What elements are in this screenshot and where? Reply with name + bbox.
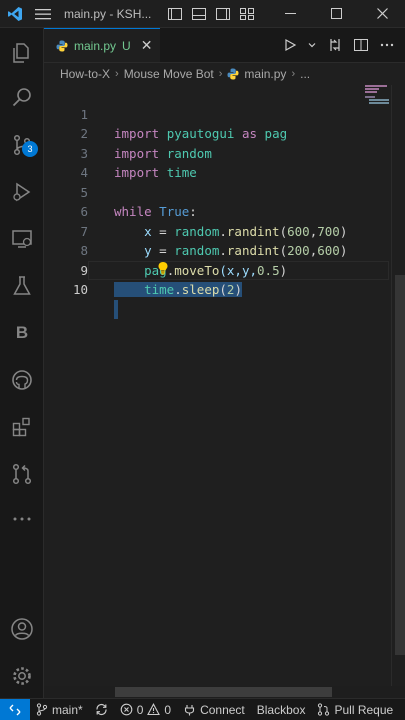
breadcrumb-separator-icon: › bbox=[115, 68, 119, 80]
tab-main-py[interactable]: main.py U ✕ bbox=[44, 28, 161, 62]
maximize-button[interactable] bbox=[313, 0, 359, 28]
layout-controls bbox=[167, 6, 255, 22]
code-line: 7 y = random.randint(200,600) bbox=[44, 202, 389, 259]
hamburger-menu-icon[interactable] bbox=[30, 8, 56, 20]
code-line: 5 while True: bbox=[44, 163, 389, 220]
python-file-icon bbox=[56, 40, 68, 51]
split-editor-icon[interactable] bbox=[353, 37, 369, 53]
code-line: 6 x = random.randint(600,700) bbox=[44, 183, 389, 239]
customize-layout-icon[interactable] bbox=[239, 6, 255, 22]
vertical-scrollbar[interactable] bbox=[391, 85, 405, 686]
compare-changes-icon[interactable] bbox=[327, 37, 343, 53]
minimize-button[interactable] bbox=[267, 0, 313, 28]
minimap[interactable] bbox=[365, 85, 391, 105]
close-tab-icon[interactable]: ✕ bbox=[141, 37, 153, 54]
editor-tabs-bar: main.py U ✕ bbox=[44, 28, 405, 63]
blackbox-icon[interactable]: B bbox=[0, 313, 44, 353]
toggle-secondary-sidebar-icon[interactable] bbox=[215, 6, 231, 22]
breadcrumb-item-mouse-move-bot[interactable]: Mouse Move Bot bbox=[124, 67, 214, 81]
code-line: 4 bbox=[44, 144, 389, 180]
extensions-icon[interactable] bbox=[0, 407, 44, 447]
code-line: 9 time.sleep(2) bbox=[44, 241, 389, 297]
sync-button[interactable] bbox=[89, 703, 114, 716]
warning-icon bbox=[147, 703, 161, 716]
warning-count: 0 bbox=[164, 702, 172, 717]
toggle-sidebar-icon[interactable] bbox=[167, 6, 183, 22]
code-line: 1 import pyautogui as pag bbox=[44, 85, 389, 142]
blackbox-status[interactable]: Blackbox bbox=[251, 703, 312, 717]
problems-status[interactable]: 0 0 bbox=[114, 703, 177, 717]
breadcrumb-item-how-to-x[interactable]: How-to-X bbox=[60, 67, 110, 81]
window-title: main.py - KSH... bbox=[64, 6, 152, 21]
current-line-highlight bbox=[88, 260, 389, 280]
title-bar: main.py - KSH... bbox=[0, 0, 405, 28]
explorer-icon[interactable] bbox=[0, 33, 44, 73]
sync-icon bbox=[96, 703, 107, 716]
code-editor[interactable]: 1 import pyautogui as pag 2 import rando… bbox=[44, 85, 405, 686]
branch-name: main* bbox=[52, 702, 83, 717]
search-icon[interactable] bbox=[0, 78, 44, 118]
pull-requests-icon[interactable] bbox=[0, 454, 44, 494]
breadcrumb-item-more[interactable]: ... bbox=[300, 67, 310, 81]
python-file-icon bbox=[227, 68, 239, 80]
branch-icon bbox=[36, 703, 48, 716]
toggle-panel-icon[interactable] bbox=[191, 6, 207, 22]
pull-requests-status[interactable]: Pull Reque bbox=[311, 703, 399, 717]
run-dropdown-chevron-icon[interactable] bbox=[307, 40, 317, 50]
code-text[interactable] bbox=[114, 299, 118, 319]
vscode-logo-icon bbox=[0, 0, 30, 28]
close-window-button[interactable] bbox=[359, 0, 405, 28]
error-count: 0 bbox=[136, 702, 144, 717]
remote-explorer-icon[interactable] bbox=[0, 219, 44, 259]
remote-indicator-icon[interactable] bbox=[0, 699, 30, 720]
tab-filename: main.py bbox=[74, 38, 117, 53]
status-bar: main* 0 0 Connect Blackbox Pull Reque bbox=[0, 698, 405, 720]
source-control-icon[interactable]: 3 bbox=[0, 125, 44, 165]
scm-badge: 3 bbox=[22, 141, 38, 157]
settings-gear-icon[interactable] bbox=[0, 656, 44, 696]
connect-plug-icon bbox=[185, 705, 195, 716]
breadcrumb: How-to-X › Mouse Move Bot › main.py › ..… bbox=[44, 63, 405, 85]
code-line: 8 pag.moveTo(x,y,0.5) bbox=[44, 222, 389, 278]
accounts-icon[interactable] bbox=[0, 609, 44, 649]
more-views-icon[interactable] bbox=[0, 499, 44, 539]
branch-status[interactable]: main* bbox=[30, 703, 89, 717]
breadcrumb-item-main-py[interactable]: main.py bbox=[244, 67, 286, 81]
error-icon bbox=[120, 703, 133, 716]
testing-flask-icon[interactable] bbox=[0, 266, 44, 306]
run-python-file-icon[interactable] bbox=[283, 38, 297, 52]
connect-button[interactable]: Connect bbox=[177, 703, 251, 717]
run-debug-icon[interactable] bbox=[0, 172, 44, 212]
github-icon[interactable] bbox=[0, 360, 44, 400]
breadcrumb-separator-icon: › bbox=[291, 68, 296, 80]
line-number: 10 bbox=[72, 282, 88, 297]
tab-untracked-indicator: U bbox=[122, 38, 131, 53]
activity-bar: 3 B bbox=[0, 28, 44, 698]
scrollbar-thumb[interactable] bbox=[395, 275, 405, 655]
code-line: 2 import random bbox=[44, 105, 389, 161]
pull-request-icon bbox=[318, 703, 330, 716]
code-line: 3 import time bbox=[44, 124, 389, 181]
breadcrumb-separator-icon: › bbox=[218, 68, 223, 80]
more-actions-icon[interactable] bbox=[379, 37, 395, 53]
horizontal-scrollbar[interactable] bbox=[115, 687, 332, 697]
